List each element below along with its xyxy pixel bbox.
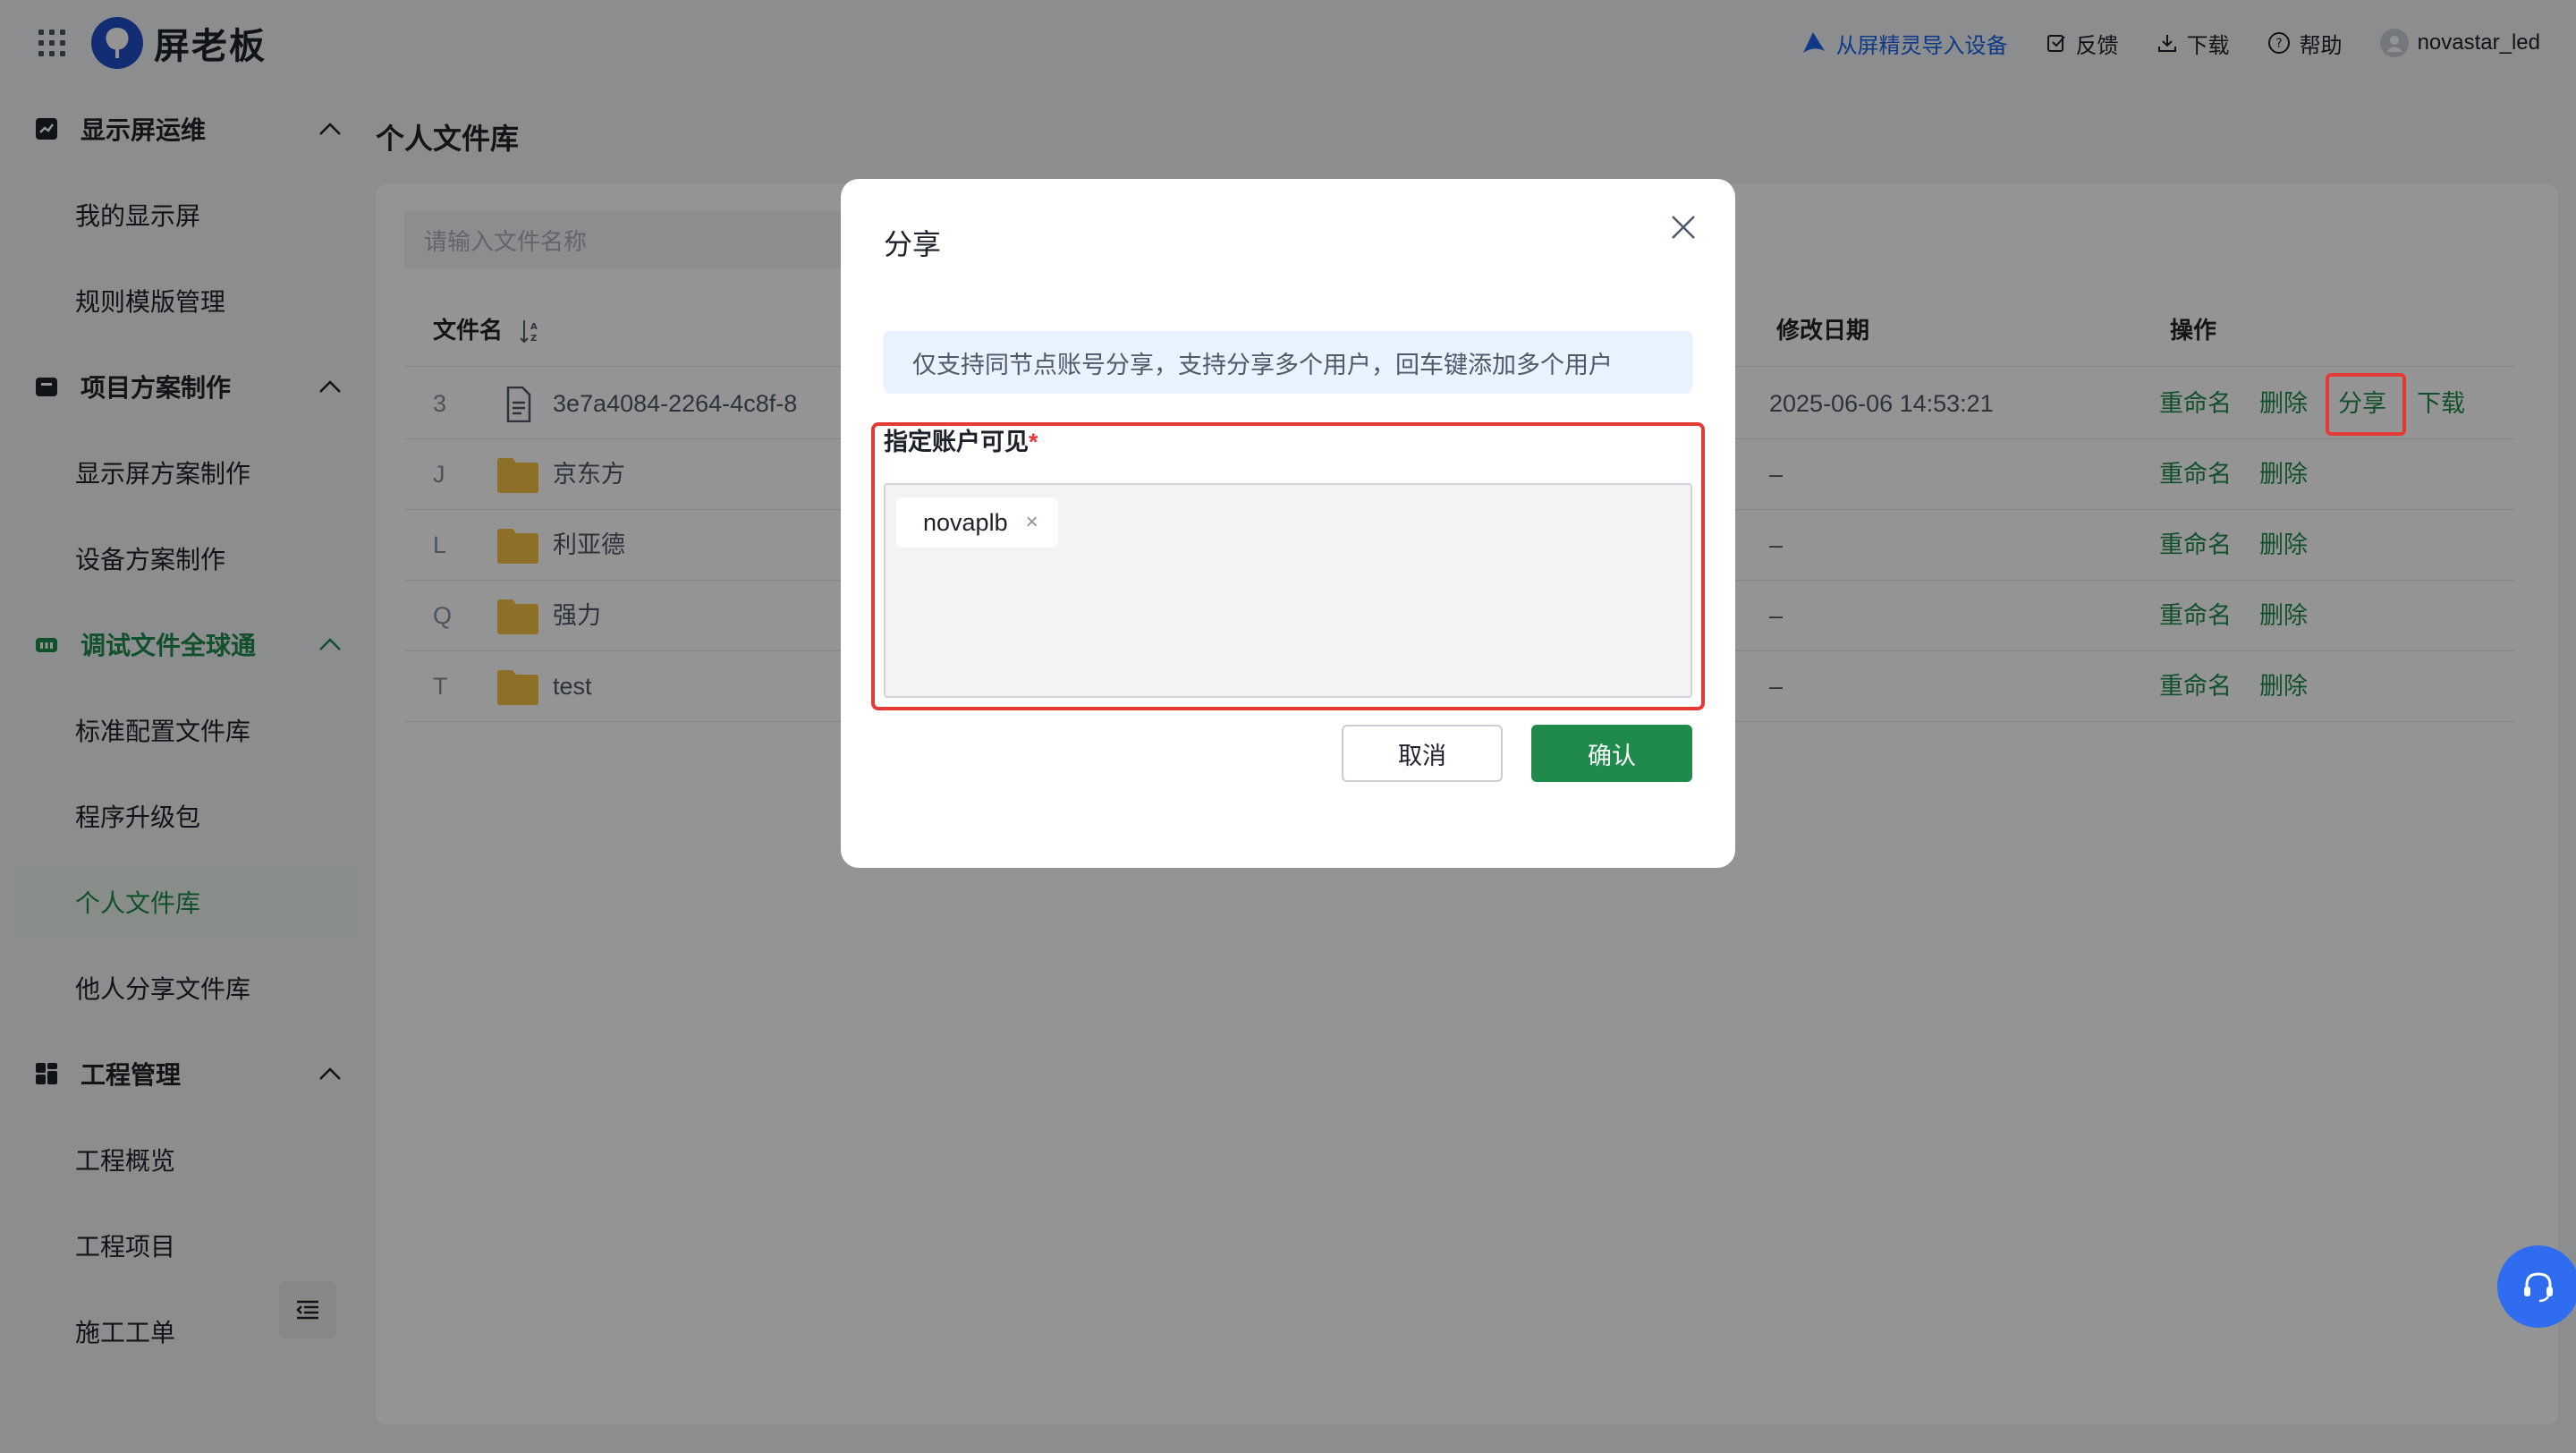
share-dialog: 分享 仅支持同节点账号分享，支持分享多个用户，回车键添加多个用户 指定账户可见*… — [841, 179, 1735, 868]
dialog-title: 分享 — [884, 228, 942, 260]
field-label-text: 指定账户可见 — [884, 429, 1029, 455]
field-label: 指定账户可见* — [884, 422, 1038, 457]
customer-support-icon[interactable] — [2497, 1245, 2576, 1328]
tag-remove-icon[interactable]: × — [1026, 510, 1038, 535]
user-tags-input[interactable]: novaplb × — [884, 483, 1692, 698]
confirm-button[interactable]: 确认 — [1531, 725, 1692, 782]
required-mark: * — [1029, 429, 1038, 455]
user-tag-label: novaplb — [923, 508, 1008, 536]
close-icon[interactable] — [1667, 211, 1699, 243]
user-tag: novaplb × — [896, 497, 1058, 548]
info-alert: 仅支持同节点账号分享，支持分享多个用户，回车键添加多个用户 — [884, 331, 1692, 394]
cancel-button[interactable]: 取消 — [1342, 725, 1503, 782]
share-button-highlight — [2326, 373, 2406, 436]
